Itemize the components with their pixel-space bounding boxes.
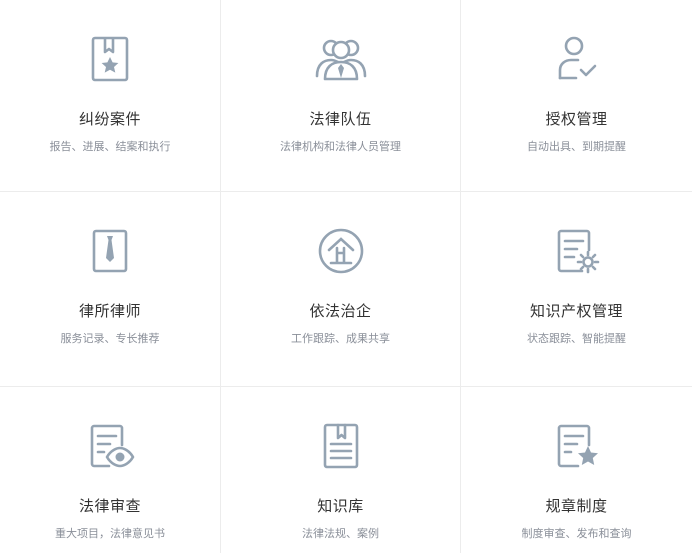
card-legal-review[interactable]: 法律审查 重大项目，法律意见书 — [0, 387, 221, 553]
card-description: 状态跟踪、智能提醒 — [527, 332, 626, 345]
card-title: 规章制度 — [545, 497, 608, 515]
enterprise-circle-icon — [314, 228, 368, 274]
card-title: 依法治企 — [309, 302, 372, 320]
document-eye-icon — [83, 423, 137, 469]
card-knowledge-base[interactable]: 知识库 法律法规、案例 — [221, 387, 461, 553]
case-bookmark-star-icon — [83, 36, 137, 82]
card-description: 法律法规、案例 — [302, 527, 379, 540]
document-gear-icon — [550, 228, 604, 274]
book-bookmark-icon — [314, 423, 368, 469]
card-description: 服务记录、专长推荐 — [60, 332, 160, 345]
card-description: 自动出具、到期提醒 — [527, 140, 626, 153]
card-law-based-governance[interactable]: 依法治企 工作跟踪、成果共享 — [221, 192, 461, 387]
card-title: 知识产权管理 — [529, 302, 623, 320]
card-law-firm-lawyers[interactable]: 律所律师 服务记录、专长推荐 — [0, 192, 221, 387]
card-description: 法律机构和法律人员管理 — [280, 140, 401, 153]
card-title: 纠纷案件 — [78, 110, 141, 128]
module-grid: 纠纷案件 报告、进展、结案和执行 法律队伍 法律机构和法律人员管理 授权管理 自… — [0, 0, 692, 553]
document-star-icon — [550, 423, 604, 469]
card-title: 法律队伍 — [309, 110, 372, 128]
card-rules-regulations[interactable]: 规章制度 制度审查、发布和查询 — [461, 387, 692, 553]
card-description: 重大项目，法律意见书 — [55, 527, 165, 540]
card-description: 报告、进展、结案和执行 — [49, 140, 171, 153]
card-authorization[interactable]: 授权管理 自动出具、到期提醒 — [461, 0, 692, 192]
card-dispute-cases[interactable]: 纠纷案件 报告、进展、结案和执行 — [0, 0, 221, 192]
card-title: 授权管理 — [545, 110, 608, 128]
card-title: 律所律师 — [78, 302, 141, 320]
card-title: 法律审查 — [78, 497, 141, 515]
card-description: 制度审查、发布和查询 — [521, 527, 632, 540]
card-legal-team[interactable]: 法律队伍 法律机构和法律人员管理 — [221, 0, 461, 192]
card-title: 知识库 — [317, 497, 364, 515]
user-check-icon — [550, 36, 604, 82]
card-description: 工作跟踪、成果共享 — [291, 332, 390, 345]
lawyer-tie-icon — [83, 228, 137, 274]
card-ip-management[interactable]: 知识产权管理 状态跟踪、智能提醒 — [461, 192, 692, 387]
team-people-icon — [314, 36, 368, 82]
